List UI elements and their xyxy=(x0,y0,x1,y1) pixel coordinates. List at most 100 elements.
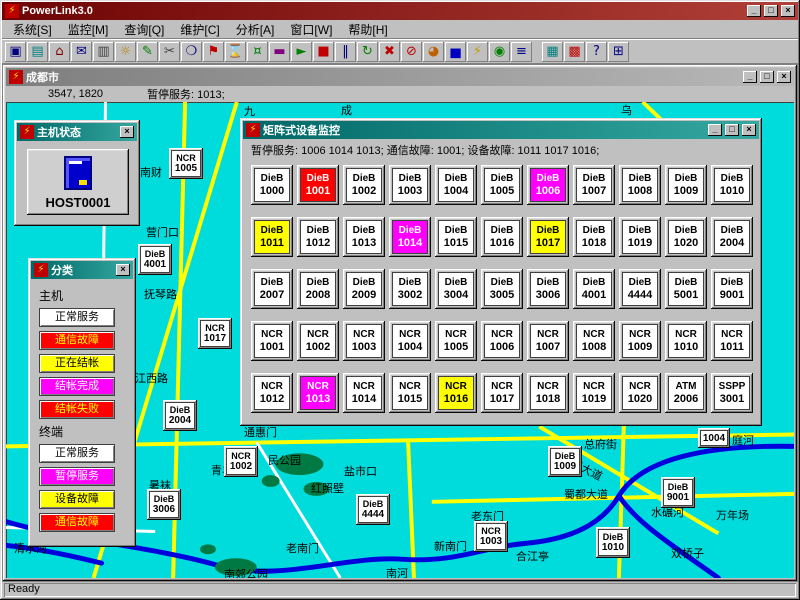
matrix-titlebar[interactable]: ⚡ 矩阵式设备监控 _ □ × xyxy=(243,121,759,139)
device-button-dieb-1020[interactable]: DieB1020 xyxy=(665,217,707,257)
device-button-dieb-3004[interactable]: DieB3004 xyxy=(435,269,477,309)
device-button-1004[interactable]: 1004 xyxy=(698,428,730,448)
globe-icon-button[interactable]: ◉ xyxy=(489,42,510,62)
device-button-dieb-1014[interactable]: DieB1014 xyxy=(389,217,431,257)
device-button-dieb-1002[interactable]: DieB1002 xyxy=(343,165,385,205)
device-button-ncr-1003[interactable]: NCR1003 xyxy=(343,321,385,361)
edit-icon-button[interactable]: ✎ xyxy=(137,42,158,62)
device-button-ncr-1012[interactable]: NCR1012 xyxy=(251,373,293,413)
device-button-ncr-1009[interactable]: NCR1009 xyxy=(619,321,661,361)
terminal-icon-button[interactable]: ▤ xyxy=(27,42,48,62)
device-button-dieb-4001[interactable]: DieB4001 xyxy=(138,244,172,275)
layers-icon-button[interactable]: ≡ xyxy=(511,42,532,62)
device-button-dieb-4444[interactable]: DieB4444 xyxy=(356,494,390,525)
device-button-dieb-1012[interactable]: DieB1012 xyxy=(297,217,339,257)
device-button-ncr-1004[interactable]: NCR1004 xyxy=(389,321,431,361)
play-icon-button[interactable]: ► xyxy=(291,42,312,62)
matrix-view-icon-button[interactable]: ▦ xyxy=(542,42,563,62)
search-icon-button[interactable]: ❍ xyxy=(181,42,202,62)
minimize-button[interactable]: _ xyxy=(747,5,761,17)
device-button-dieb-1013[interactable]: DieB1013 xyxy=(343,217,385,257)
device-button-sspp-3001[interactable]: SSPP3001 xyxy=(711,373,753,413)
menu-item-3[interactable]: 查询[Q] xyxy=(117,20,171,39)
device-button-ncr-1013[interactable]: NCR1013 xyxy=(297,373,339,413)
device-button-dieb-4001[interactable]: DieB4001 xyxy=(573,269,615,309)
device-button-ncr-1008[interactable]: NCR1008 xyxy=(573,321,615,361)
matrix-close-button[interactable]: × xyxy=(742,124,756,136)
legend-close-button[interactable]: × xyxy=(116,264,130,276)
lamp-icon-button[interactable]: ☼ xyxy=(115,42,136,62)
pie-chart-icon-button[interactable]: ◕ xyxy=(423,42,444,62)
forbid-icon-button[interactable]: ⊘ xyxy=(401,42,422,62)
device-button-dieb-2007[interactable]: DieB2007 xyxy=(251,269,293,309)
device-button-dieb-1003[interactable]: DieB1003 xyxy=(389,165,431,205)
device-button-ncr-1020[interactable]: NCR1020 xyxy=(619,373,661,413)
device-button-ncr-1015[interactable]: NCR1015 xyxy=(389,373,431,413)
device-button-ncr-1010[interactable]: NCR1010 xyxy=(665,321,707,361)
bar-chart-icon-button[interactable]: ▅ xyxy=(445,42,466,62)
device-button-dieb-1009[interactable]: DieB1009 xyxy=(548,446,582,477)
device-button-ncr-1001[interactable]: NCR1001 xyxy=(251,321,293,361)
device-button-dieb-1010[interactable]: DieB1010 xyxy=(711,165,753,205)
device-button-dieb-1018[interactable]: DieB1018 xyxy=(573,217,615,257)
map-minimize-button[interactable]: _ xyxy=(743,71,757,83)
flag-icon-button[interactable]: ⚑ xyxy=(203,42,224,62)
device-button-dieb-1016[interactable]: DieB1016 xyxy=(481,217,523,257)
device-button-dieb-2004[interactable]: DieB2004 xyxy=(711,217,753,257)
device-button-ncr-1002[interactable]: NCR1002 xyxy=(297,321,339,361)
device-button-dieb-1011[interactable]: DieB1011 xyxy=(251,217,293,257)
clock-icon-button[interactable]: ⌛ xyxy=(225,42,246,62)
device-button-dieb-1004[interactable]: DieB1004 xyxy=(435,165,477,205)
money-icon-button[interactable]: ¤ xyxy=(247,42,268,62)
menu-item-7[interactable]: 帮助[H] xyxy=(341,20,394,39)
device-button-dieb-1001[interactable]: DieB1001 xyxy=(297,165,339,205)
host-close-button[interactable]: × xyxy=(120,126,134,138)
device-button-ncr-1019[interactable]: NCR1019 xyxy=(573,373,615,413)
help-icon-button[interactable]: ? xyxy=(586,42,607,62)
matrix-status-icon-button[interactable]: ▩ xyxy=(564,42,585,62)
delete-icon-button[interactable]: ✖ xyxy=(379,42,400,62)
device-button-ncr-1017[interactable]: NCR1017 xyxy=(198,318,232,349)
host-monitor-icon-button[interactable]: ▣ xyxy=(5,42,26,62)
device-button-dieb-3006[interactable]: DieB3006 xyxy=(527,269,569,309)
device-button-dieb-1005[interactable]: DieB1005 xyxy=(481,165,523,205)
device-button-dieb-1019[interactable]: DieB1019 xyxy=(619,217,661,257)
window-cascade-icon-button[interactable]: ⊞ xyxy=(608,42,629,62)
legend-titlebar[interactable]: ⚡ 分类 × xyxy=(31,261,133,279)
close-button[interactable]: × xyxy=(781,5,795,17)
device-button-dieb-1006[interactable]: DieB1006 xyxy=(527,165,569,205)
device-button-ncr-1002[interactable]: NCR1002 xyxy=(224,446,258,477)
menu-item-5[interactable]: 分析[A] xyxy=(229,20,282,39)
device-button-atm-2006[interactable]: ATM2006 xyxy=(665,373,707,413)
device-button-ncr-1016[interactable]: NCR1016 xyxy=(435,373,477,413)
device-button-dieb-1009[interactable]: DieB1009 xyxy=(665,165,707,205)
device-button-dieb-9001[interactable]: DieB9001 xyxy=(711,269,753,309)
map-icon-button[interactable]: ⌂ xyxy=(49,42,70,62)
device-button-ncr-1003[interactable]: NCR1003 xyxy=(474,521,508,552)
device-button-dieb-1017[interactable]: DieB1017 xyxy=(527,217,569,257)
print-icon-button[interactable]: ▥ xyxy=(93,42,114,62)
menu-item-4[interactable]: 维护[C] xyxy=(173,20,226,39)
device-button-dieb-3002[interactable]: DieB3002 xyxy=(389,269,431,309)
device-button-ncr-1017[interactable]: NCR1017 xyxy=(481,373,523,413)
device-button-dieb-2004[interactable]: DieB2004 xyxy=(163,400,197,431)
device-button-ncr-1014[interactable]: NCR1014 xyxy=(343,373,385,413)
device-button-ncr-1011[interactable]: NCR1011 xyxy=(711,321,753,361)
menu-item-2[interactable]: 监控[M] xyxy=(61,20,116,39)
map-close-button[interactable]: × xyxy=(777,71,791,83)
device-button-dieb-3006[interactable]: DieB3006 xyxy=(147,489,181,520)
device-button-dieb-1007[interactable]: DieB1007 xyxy=(573,165,615,205)
device-button-dieb-9001[interactable]: DieB9001 xyxy=(661,477,695,508)
device-button-dieb-2009[interactable]: DieB2009 xyxy=(343,269,385,309)
matrix-maximize-button[interactable]: □ xyxy=(725,124,739,136)
maximize-button[interactable]: □ xyxy=(764,5,778,17)
device-button-ncr-1007[interactable]: NCR1007 xyxy=(527,321,569,361)
device-button-dieb-2008[interactable]: DieB2008 xyxy=(297,269,339,309)
device-button-ncr-1006[interactable]: NCR1006 xyxy=(481,321,523,361)
device-button-dieb-3005[interactable]: DieB3005 xyxy=(481,269,523,309)
device-button-dieb-1008[interactable]: DieB1008 xyxy=(619,165,661,205)
matrix-minimize-button[interactable]: _ xyxy=(708,124,722,136)
cut-icon-button[interactable]: ✂ xyxy=(159,42,180,62)
card-icon-button[interactable]: ▬ xyxy=(269,42,290,62)
stop-icon-button[interactable]: ■ xyxy=(313,42,334,62)
